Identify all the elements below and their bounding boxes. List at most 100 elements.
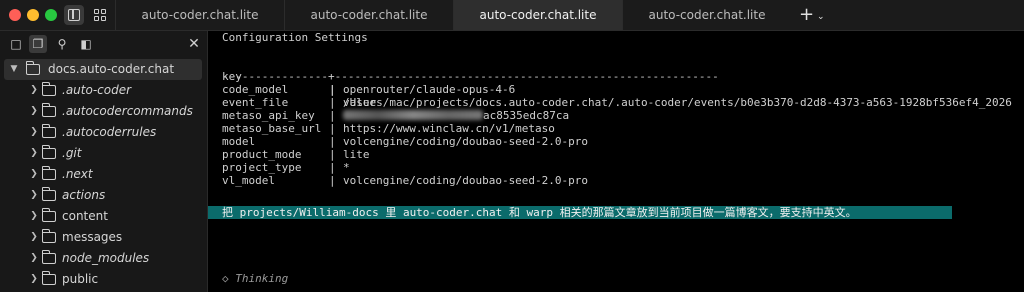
chevron-right-icon: ❯ xyxy=(30,190,38,200)
tree-folder-item[interactable]: ❯ .autocodercommands xyxy=(4,101,202,122)
folder-icon xyxy=(41,187,56,201)
tree-folder-label: .auto-coder xyxy=(62,83,132,97)
column-separator: | xyxy=(329,174,336,187)
config-value: * xyxy=(343,161,350,174)
folder-icon xyxy=(41,166,56,180)
config-row: metaso_api_key | ac8535edc87ca xyxy=(208,109,1024,122)
tree-folder-label: public xyxy=(62,272,99,286)
tree-folder-label: .git xyxy=(62,146,82,160)
tree-folder-item[interactable]: ❯ public xyxy=(4,269,202,290)
tree-folder-label: .next xyxy=(62,167,93,181)
config-key: model xyxy=(222,135,256,148)
chevron-down-icon: ⌄ xyxy=(817,12,825,22)
file-explorer-sidebar: □ ❐ ⚲ ◧ ✕ ▼ docs.auto-coder.chat ❯ .auto-… xyxy=(0,31,208,292)
tab-4[interactable]: auto-coder.chat.lite xyxy=(622,0,791,30)
config-value: https://www.winclaw.cn/v1/metaso xyxy=(343,122,555,135)
user-prompt: 把 projects/William-docs 里 auto-coder.cha… xyxy=(222,206,857,219)
config-key: code_model xyxy=(222,83,289,96)
chevron-right-icon: ❯ xyxy=(30,211,38,221)
zoom-window-button[interactable] xyxy=(45,9,57,21)
config-value: volcengine/coding/doubao-seed-2.0-pro xyxy=(343,174,589,187)
search-icon[interactable]: ⚲ xyxy=(53,35,71,53)
tree-folder-item[interactable]: ❯ content xyxy=(4,206,202,227)
config-heading: Configuration Settings xyxy=(222,31,368,44)
sidebar-icon xyxy=(68,9,80,21)
tree-folder-label: .autocodercommands xyxy=(62,104,193,118)
column-separator: | xyxy=(329,135,336,148)
chat-icon[interactable]: □ xyxy=(7,35,25,53)
chevron-right-icon: ❯ xyxy=(30,148,38,158)
close-icon[interactable]: ✕ xyxy=(186,35,202,53)
chevron-right-icon: ❯ xyxy=(30,85,38,95)
config-value: lite xyxy=(343,148,370,161)
config-row: metaso_base_url | https://www.winclaw.cn/v… xyxy=(208,122,1024,135)
tree-root-folder[interactable]: ▼ docs.auto-coder.chat xyxy=(4,59,202,80)
folder-icon xyxy=(41,229,56,243)
panel-icon[interactable]: ◧ xyxy=(77,35,95,53)
chevron-right-icon: ❯ xyxy=(30,274,38,284)
chevron-right-icon: ❯ xyxy=(30,106,38,116)
config-row: vl_model | volcengine/coding/doubao-seed-2… xyxy=(208,174,1024,187)
tab-1[interactable]: auto-coder.chat.lite xyxy=(115,0,284,30)
folder-icon xyxy=(41,208,56,222)
config-row: code_model | openrouter/claude-opus-4-6 xyxy=(208,83,1024,96)
config-value: ac8535edc87ca xyxy=(343,109,569,122)
files-icon[interactable]: ❐ xyxy=(29,35,47,53)
close-window-button[interactable] xyxy=(9,9,21,21)
config-value: volcengine/coding/doubao-seed-2.0-pro xyxy=(343,135,589,148)
config-key: vl_model xyxy=(222,174,275,187)
column-separator: | xyxy=(329,122,336,135)
folder-icon xyxy=(41,82,56,96)
config-key: event_file xyxy=(222,96,289,109)
thinking-status: ◇ Thinking xyxy=(222,272,289,285)
tab-2[interactable]: auto-coder.chat.lite xyxy=(284,0,453,30)
redacted-blur xyxy=(343,110,483,120)
chevron-down-icon: ▼ xyxy=(10,64,18,74)
config-key: product_mode xyxy=(222,148,302,161)
config-key: project_type xyxy=(222,161,302,174)
title-bar: auto-coder.chat.lite auto-coder.chat.lit… xyxy=(0,0,1024,31)
column-separator: | xyxy=(329,83,336,96)
folder-icon xyxy=(41,271,56,285)
tree-folder-label: content xyxy=(62,209,108,223)
config-value: /Users/mac/projects/docs.auto-coder.chat… xyxy=(343,96,1012,109)
terminal-output[interactable]: Configuration Settings key | value -----… xyxy=(208,31,1024,292)
tree-folder-item[interactable]: ❯ .auto-coder xyxy=(4,80,202,101)
chevron-right-icon: ❯ xyxy=(30,169,38,179)
chevron-right-icon: ❯ xyxy=(30,253,38,263)
config-row: model | volcengine/coding/doubao-seed-2.0-… xyxy=(208,135,1024,148)
tree-folder-item[interactable]: ❯ .git xyxy=(4,143,202,164)
tree-folder-label: actions xyxy=(62,188,106,202)
column-separator: | xyxy=(329,109,336,122)
config-value: openrouter/claude-opus-4-6 xyxy=(343,83,516,96)
tree-folder-item[interactable]: ❯ .next xyxy=(4,164,202,185)
minimize-window-button[interactable] xyxy=(27,9,39,21)
tree-root-label: docs.auto-coder.chat xyxy=(48,62,175,76)
column-separator: | xyxy=(329,148,336,161)
tree-folder-item[interactable]: ❯ node_modules xyxy=(4,248,202,269)
folder-icon xyxy=(41,124,56,138)
new-tab-button[interactable]: + ⌄ xyxy=(797,4,833,26)
chevron-right-icon: ❯ xyxy=(30,127,38,137)
config-row: event_file | /Users/mac/projects/docs.auto… xyxy=(208,96,1024,109)
folder-icon xyxy=(41,250,56,264)
config-key: metaso_api_key xyxy=(222,109,315,122)
folder-icon xyxy=(41,145,56,159)
config-key: metaso_base_url xyxy=(222,122,322,135)
folder-icon xyxy=(41,103,56,117)
tree-folder-item[interactable]: ❯ .autocoderrules xyxy=(4,122,202,143)
tree-folder-label: .autocoderrules xyxy=(62,125,157,139)
sidebar-toggle-button[interactable] xyxy=(64,5,84,25)
grid-view-button[interactable] xyxy=(90,5,110,25)
tree-folder-item[interactable]: ❯ messages xyxy=(4,227,202,248)
column-separator: | xyxy=(329,96,336,109)
tree-folder-item[interactable]: ❯ actions xyxy=(4,185,202,206)
tree-folder-label: node_modules xyxy=(62,251,150,265)
tab-3-active[interactable]: auto-coder.chat.lite xyxy=(453,0,622,30)
chevron-right-icon: ❯ xyxy=(30,232,38,242)
column-separator: | xyxy=(329,161,336,174)
config-header-row: key | value xyxy=(222,70,377,109)
plus-icon: + xyxy=(799,4,815,25)
folder-icon xyxy=(25,61,40,75)
config-row: project_type | * xyxy=(208,161,1024,174)
